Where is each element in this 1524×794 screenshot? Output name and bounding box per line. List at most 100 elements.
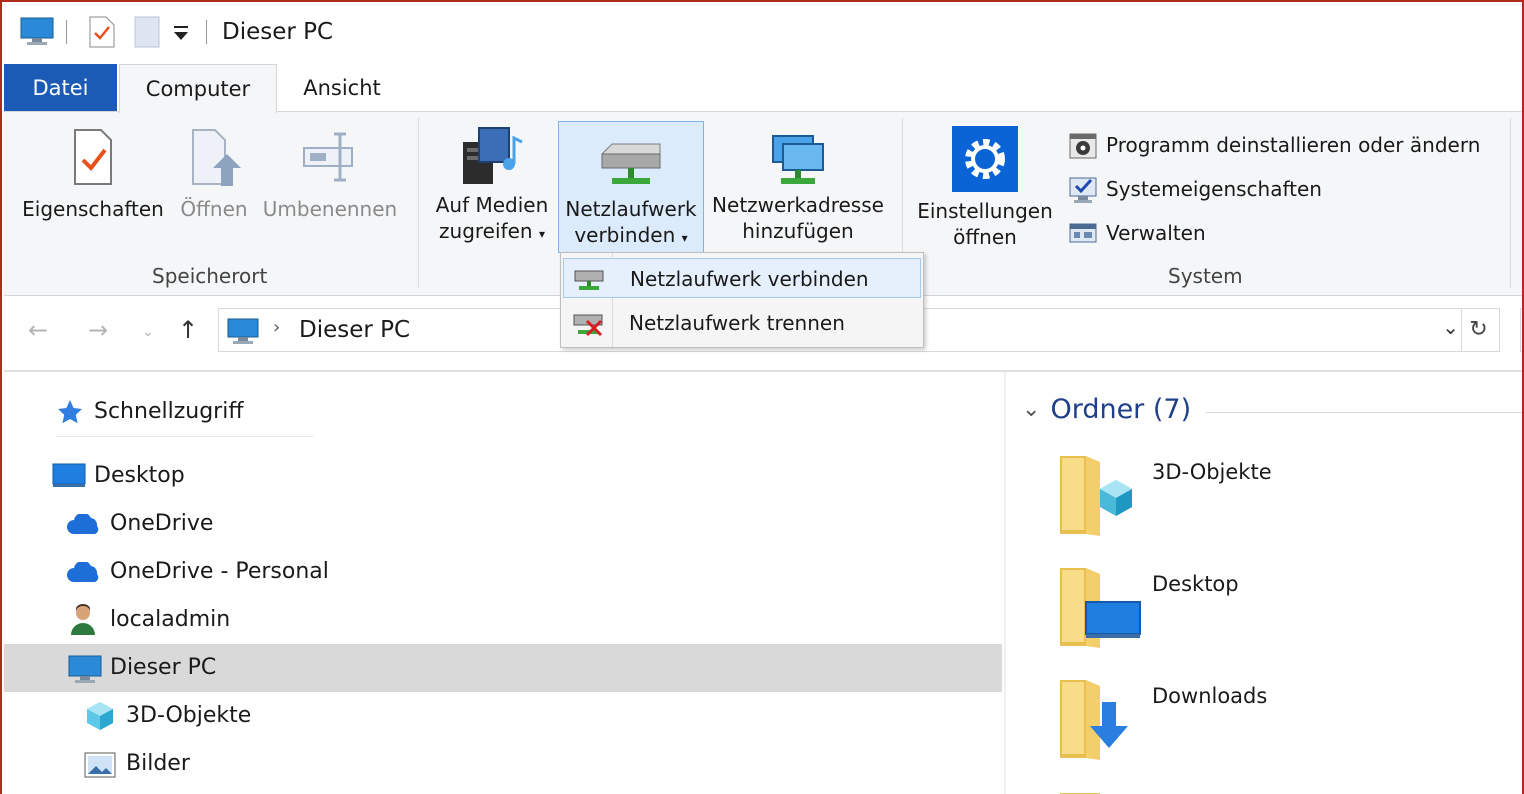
properties-icon xyxy=(74,129,112,185)
nav-item-3d-objects[interactable]: 3D-Objekte xyxy=(4,692,1002,740)
manage-icon xyxy=(1069,223,1097,243)
nav-label: OneDrive xyxy=(110,511,214,536)
menu-item-map-drive[interactable]: Netzlaufwerk verbinden xyxy=(563,258,921,298)
network-drive-icon xyxy=(601,143,661,184)
tab-datei[interactable]: Datei xyxy=(4,64,117,112)
address-history-chevron-icon[interactable]: ⌄ xyxy=(1442,315,1459,339)
open-settings-button[interactable]: Einstellungen öffnen xyxy=(910,126,1060,250)
folder-icon xyxy=(1060,793,1100,794)
nav-item-onedrive-personal[interactable]: OneDrive - Personal xyxy=(4,548,1002,596)
rename-button[interactable]: Umbenennen xyxy=(258,128,402,222)
map-network-drive-button[interactable]: Netzlaufwerk verbinden ▾ xyxy=(558,121,704,253)
gear-icon xyxy=(952,126,1018,192)
folders-group-header[interactable]: ⌄ Ordner (7) xyxy=(1022,394,1524,425)
pictures-icon xyxy=(84,752,116,778)
nav-item-onedrive[interactable]: OneDrive xyxy=(4,500,1002,548)
forward-arrow-icon[interactable]: → xyxy=(88,316,108,344)
manage-label: Verwalten xyxy=(1106,221,1206,245)
settings-label-2: öffnen xyxy=(953,225,1017,249)
uninstall-label: Programm deinstallieren oder ändern xyxy=(1106,133,1481,157)
system-properties-button[interactable]: Systemeigenschaften xyxy=(1068,174,1322,204)
network-drive-icon xyxy=(574,270,604,290)
content-pane: ⌄ Ordner (7) 3D-Objekte Desktop Download… xyxy=(1006,372,1524,794)
cloud-icon xyxy=(67,514,99,534)
nav-label: 3D-Objekte xyxy=(126,703,252,728)
nav-label: Dieser PC xyxy=(110,655,217,680)
folder-3d-objects[interactable] xyxy=(1058,452,1148,542)
folder-next[interactable] xyxy=(1058,784,1148,794)
desktop-icon xyxy=(52,463,86,487)
media-server-icon xyxy=(463,127,523,184)
menu-item-disconnect-drive[interactable]: Netzlaufwerk trennen xyxy=(563,303,921,343)
folder-label[interactable]: 3D-Objekte xyxy=(1152,460,1272,484)
access-media-button[interactable]: Auf Medien zugreifen ▾ xyxy=(428,124,556,247)
breadcrumb-separator-icon[interactable]: › xyxy=(273,317,280,338)
rename-icon xyxy=(303,132,353,182)
uninstall-program-button[interactable]: Programm deinstallieren oder ändern xyxy=(1068,130,1480,160)
folder-label[interactable]: Desktop xyxy=(1152,572,1239,596)
network-location-icon xyxy=(772,135,824,184)
system-properties-icon xyxy=(1069,177,1097,203)
computer-icon xyxy=(227,318,259,344)
nav-item-desktop[interactable]: Desktop xyxy=(4,452,1002,500)
open-label: Öffnen xyxy=(180,197,248,221)
nav-label: localadmin xyxy=(110,607,231,632)
folders-group-title: Ordner (7) xyxy=(1050,394,1192,425)
properties-quick-icon[interactable] xyxy=(88,16,116,52)
nav-item-pictures[interactable]: Bilder xyxy=(4,740,1002,788)
menu-item-map-drive-label: Netzlaufwerk verbinden xyxy=(630,267,869,291)
nav-label: Desktop xyxy=(94,463,185,488)
add-location-label-1: Netzwerkadresse xyxy=(712,193,884,217)
folder-label[interactable]: Downloads xyxy=(1152,684,1267,708)
folder-desktop[interactable] xyxy=(1058,564,1148,654)
group-label-system: System xyxy=(1168,264,1243,288)
3d-folder-icon xyxy=(1060,456,1132,536)
nav-label: Schnellzugriff xyxy=(94,399,244,424)
add-network-location-button[interactable]: Netzwerkadresse hinzufügen xyxy=(708,124,888,244)
window-title: Dieser PC xyxy=(222,19,334,45)
nav-item-user[interactable]: localadmin xyxy=(4,596,1002,644)
disconnect-drive-icon xyxy=(573,314,603,337)
nav-item-quick-access[interactable]: Schnellzugriff xyxy=(4,388,1002,436)
cube-icon xyxy=(87,702,113,730)
computer-icon[interactable] xyxy=(20,16,54,50)
computer-icon xyxy=(68,655,102,683)
open-button[interactable]: Öffnen xyxy=(174,128,254,222)
menu-item-disconnect-drive-label: Netzlaufwerk trennen xyxy=(629,311,845,335)
properties-button[interactable]: Eigenschaften xyxy=(18,128,168,222)
cloud-icon xyxy=(67,562,99,582)
desktop-folder-icon xyxy=(1060,568,1141,648)
access-media-label-2: zugreifen ▾ xyxy=(439,219,545,243)
add-location-label-2: hinzufügen xyxy=(742,219,854,243)
up-arrow-icon[interactable]: ↑ xyxy=(178,316,198,344)
folder-downloads[interactable] xyxy=(1058,676,1148,766)
tab-computer[interactable]: Computer xyxy=(119,64,277,113)
group-label-location: Speicherort xyxy=(152,264,268,288)
chevron-down-icon: ▾ xyxy=(681,231,688,245)
search-box[interactable] xyxy=(1520,308,1524,352)
recent-locations-chevron-icon[interactable]: ⌄ xyxy=(142,324,154,340)
star-icon xyxy=(58,400,82,424)
access-media-label-1: Auf Medien xyxy=(435,193,549,217)
map-drive-label-2: verbinden ▾ xyxy=(574,223,688,247)
settings-label-1: Einstellungen xyxy=(917,199,1053,223)
open-icon xyxy=(192,129,241,186)
properties-label: Eigenschaften xyxy=(22,197,164,221)
system-properties-label: Systemeigenschaften xyxy=(1106,177,1322,201)
title-bar: Dieser PC xyxy=(0,0,1524,64)
map-drive-label-1: Netzlaufwerk xyxy=(565,197,697,221)
customize-dropdown-icon[interactable] xyxy=(172,24,190,46)
nav-item-this-pc[interactable]: Dieser PC xyxy=(4,644,1002,692)
uninstall-icon xyxy=(1069,133,1097,159)
tab-ansicht[interactable]: Ansicht xyxy=(284,64,400,112)
manage-button[interactable]: Verwalten xyxy=(1068,218,1206,248)
user-icon xyxy=(71,604,95,635)
chevron-down-icon: ⌄ xyxy=(1022,397,1041,422)
ribbon-tabs: Datei Computer Ansicht xyxy=(4,64,1524,113)
new-folder-quick-icon[interactable] xyxy=(134,16,160,52)
back-arrow-icon[interactable]: ← xyxy=(28,316,48,344)
address-path[interactable]: Dieser PC xyxy=(299,317,410,343)
refresh-icon[interactable]: ↻ xyxy=(1461,308,1495,352)
nav-label: Bilder xyxy=(126,751,190,776)
rename-label: Umbenennen xyxy=(262,197,398,221)
